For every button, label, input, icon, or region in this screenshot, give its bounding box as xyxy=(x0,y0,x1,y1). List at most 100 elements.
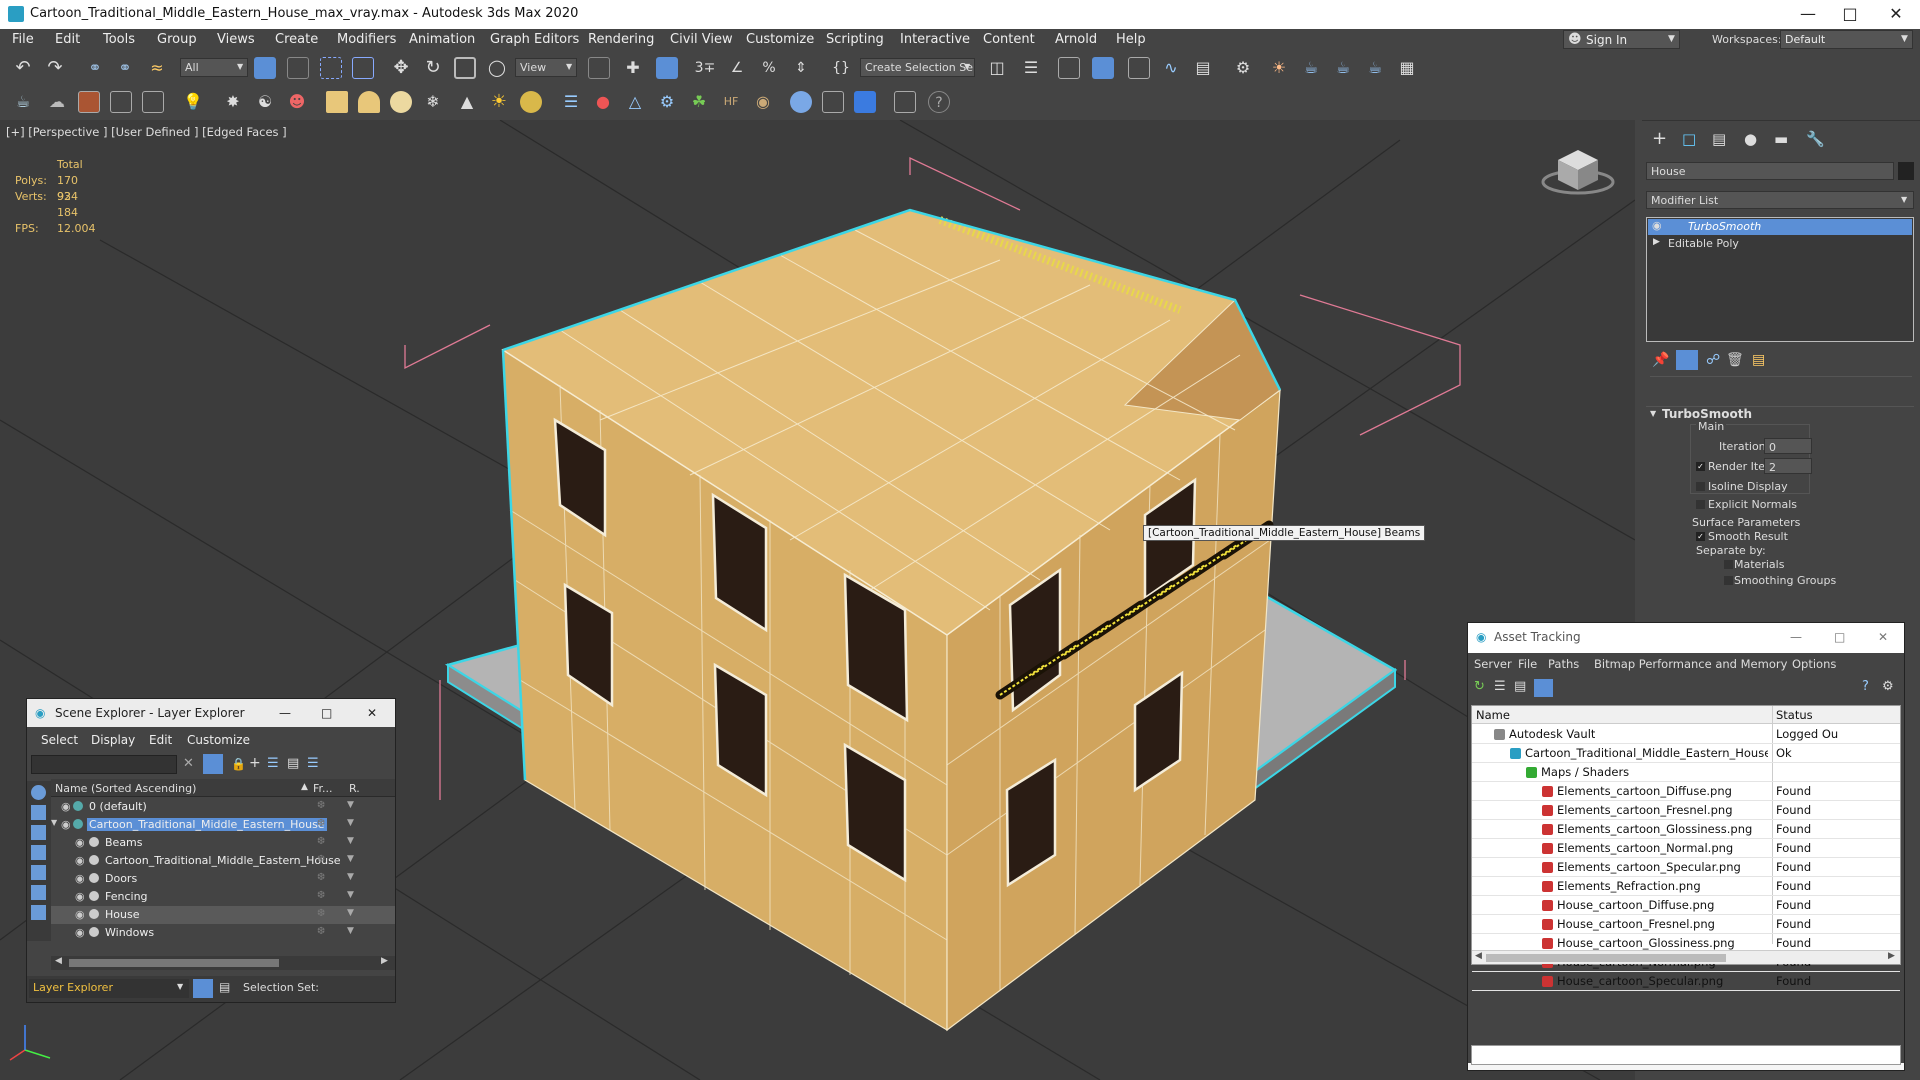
asset-row[interactable]: Elements_cartoon_Normal.png Found xyxy=(1472,839,1900,858)
explorer-row[interactable]: ◉ Windows ❆ ▼ xyxy=(51,924,395,942)
col-name-header[interactable]: Name (Sorted Ascending) xyxy=(55,782,196,795)
render-toggle-icon[interactable]: ▼ xyxy=(347,818,354,828)
modifier-list-dropdown[interactable]: Modifier List ▼ xyxy=(1646,191,1914,209)
explorer-row[interactable]: ◉ House ❆ ▼ xyxy=(51,906,395,924)
unlink-icon[interactable]: ⚭ xyxy=(114,57,136,79)
spinner-snap-icon[interactable]: ⇕ xyxy=(790,57,812,79)
pin-stack-icon[interactable]: 📌 xyxy=(1652,352,1669,368)
workspace-dropdown[interactable]: Default ▼ xyxy=(1780,30,1913,49)
scroll-left-icon[interactable]: ◀ xyxy=(1475,951,1482,961)
at-menu-options[interactable]: Options xyxy=(1792,657,1836,671)
hf-icon[interactable]: HF xyxy=(720,91,742,113)
asset-row[interactable]: Elements_cartoon_Glossiness.png Found xyxy=(1472,820,1900,839)
curve-editor-icon[interactable] xyxy=(1128,57,1150,79)
hierarchy-tab-icon[interactable]: ▤ xyxy=(1712,130,1726,148)
at-menu-bitmap-performance[interactable]: Bitmap Performance and Memory xyxy=(1594,657,1787,671)
se-menu-edit[interactable]: Edit xyxy=(149,733,172,747)
asset-row[interactable]: Maps / Shaders xyxy=(1472,763,1900,782)
new-layer-icon[interactable]: + xyxy=(249,755,261,771)
scroll-left-icon[interactable]: ◀ xyxy=(55,956,62,966)
utilities-tab-icon[interactable]: 🔧 xyxy=(1806,130,1825,148)
maximize-icon[interactable]: □ xyxy=(1834,630,1845,644)
rotate-icon[interactable]: ↻ xyxy=(422,57,444,79)
scrollbar-thumb[interactable] xyxy=(69,959,279,967)
se-menu-customize[interactable]: Customize xyxy=(187,733,250,747)
freeze-icon[interactable]: ❆ xyxy=(317,872,325,883)
menu-customize[interactable]: Customize xyxy=(746,32,814,47)
asset-row[interactable]: House_cartoon_Fresnel.png Found xyxy=(1472,915,1900,934)
freeze-icon[interactable]: ❆ xyxy=(317,890,325,901)
texture-icon[interactable]: ◉ xyxy=(752,91,774,113)
asset-row[interactable]: House_cartoon_Specular.png Found xyxy=(1472,972,1900,991)
asset-row[interactable]: Elements_cartoon_Specular.png Found xyxy=(1472,858,1900,877)
menu-scripting[interactable]: Scripting xyxy=(826,32,884,47)
menu-rendering[interactable]: Rendering xyxy=(588,32,654,47)
display-cameras-icon[interactable] xyxy=(31,865,46,880)
explorer-row[interactable]: ◉ Cartoon_Traditional_Middle_Eastern_Hous… xyxy=(51,852,395,870)
asset-row[interactable]: Cartoon_Traditional_Middle_Eastern_House… xyxy=(1472,744,1900,763)
snaps-toggle-icon[interactable]: 3∓ xyxy=(694,57,716,79)
col-name-header[interactable]: Name xyxy=(1476,708,1510,722)
iterations-spinner[interactable]: 0 xyxy=(1764,438,1812,454)
render-toggle-icon[interactable]: ▼ xyxy=(347,854,354,864)
menu-modifiers[interactable]: Modifiers xyxy=(337,32,396,47)
stack-item-editable-poly[interactable]: ▶ Editable Poly xyxy=(1648,236,1912,252)
list-view-icon[interactable]: ☰ xyxy=(1494,679,1506,694)
explorer-row[interactable]: ◉ 0 (default) ❆ ▼ xyxy=(51,798,395,816)
display-helpers-icon[interactable] xyxy=(31,885,46,900)
render-toggle-icon[interactable]: ▼ xyxy=(347,890,354,900)
asset-row[interactable]: Autodesk Vault Logged Ou xyxy=(1472,725,1900,744)
viewport-label[interactable]: [+] [Perspective ] [User Defined ] [Edge… xyxy=(6,125,287,139)
freeze-icon[interactable]: ❆ xyxy=(317,908,325,919)
object-properties-icon[interactable] xyxy=(894,91,916,113)
explorer-row[interactable]: ◉ Beams ❆ ▼ xyxy=(51,834,395,852)
render-toggle-icon[interactable]: ▼ xyxy=(347,872,354,882)
particles-icon[interactable]: ✸ xyxy=(222,91,244,113)
angle-snap-icon[interactable]: ∠ xyxy=(726,57,748,79)
display-none-icon[interactable] xyxy=(31,785,46,800)
display-tab-icon[interactable]: ▬ xyxy=(1774,130,1788,148)
help-icon[interactable]: ? xyxy=(1862,679,1869,694)
asset-row[interactable]: Elements_cartoon_Diffuse.png Found xyxy=(1472,782,1900,801)
se-menu-select[interactable]: Select xyxy=(41,733,78,747)
display-lights-icon[interactable] xyxy=(31,845,46,860)
refresh-icon[interactable]: ↻ xyxy=(1474,679,1485,694)
grid-view-icon[interactable] xyxy=(1534,679,1553,697)
menu-file[interactable]: File xyxy=(12,32,34,47)
rectangle-selection-icon[interactable] xyxy=(320,57,342,79)
help-icon[interactable]: ? xyxy=(928,91,950,113)
eye-icon[interactable]: ◉ xyxy=(75,890,85,903)
filter-icon[interactable] xyxy=(203,754,223,774)
skin-icon[interactable]: △ xyxy=(624,91,646,113)
freeze-icon[interactable]: ❆ xyxy=(317,854,325,865)
make-unique-icon[interactable]: ☍ xyxy=(1706,352,1720,368)
menu-tools[interactable]: Tools xyxy=(103,32,135,47)
eye-icon[interactable]: ◉ xyxy=(1652,219,1662,232)
menu-animation[interactable]: Animation xyxy=(409,32,475,47)
explorer-mode-dropdown[interactable]: Layer Explorer ▼ xyxy=(29,979,189,998)
materials-checkbox[interactable] xyxy=(1724,560,1733,569)
close-icon[interactable]: ✕ xyxy=(367,706,377,720)
freeze-icon[interactable]: ❆ xyxy=(317,800,325,811)
close-icon[interactable]: ✕ xyxy=(1878,630,1888,644)
sky-icon[interactable] xyxy=(520,91,542,113)
globe-icon[interactable] xyxy=(790,91,812,113)
grid-icon[interactable] xyxy=(110,91,132,113)
menu-create[interactable]: Create xyxy=(275,32,318,47)
clear-search-icon[interactable]: ✕ xyxy=(183,756,194,771)
render-iters-spinner[interactable]: 2 xyxy=(1764,458,1812,474)
scrollbar-thumb[interactable] xyxy=(1486,954,1726,962)
table-icon[interactable] xyxy=(142,91,164,113)
eye-icon[interactable]: ◉ xyxy=(75,836,85,849)
bind-space-warp-icon[interactable]: ≈ xyxy=(146,57,168,79)
hierarchy-icon[interactable]: ▤ xyxy=(287,756,299,771)
bone-icon[interactable]: ● xyxy=(592,91,614,113)
keyboard-shortcut-override-icon[interactable] xyxy=(656,57,678,79)
chevron-down-icon[interactable]: ▼ xyxy=(51,818,57,827)
render-production-icon[interactable]: ☕ xyxy=(1300,57,1322,79)
render-toggle-icon[interactable]: ▼ xyxy=(347,926,354,936)
minimize-icon[interactable]: — xyxy=(279,706,291,720)
explicit-normals-checkbox[interactable] xyxy=(1696,500,1705,509)
menu-arnold[interactable]: Arnold xyxy=(1055,32,1097,47)
menu-interactive[interactable]: Interactive xyxy=(900,32,970,47)
